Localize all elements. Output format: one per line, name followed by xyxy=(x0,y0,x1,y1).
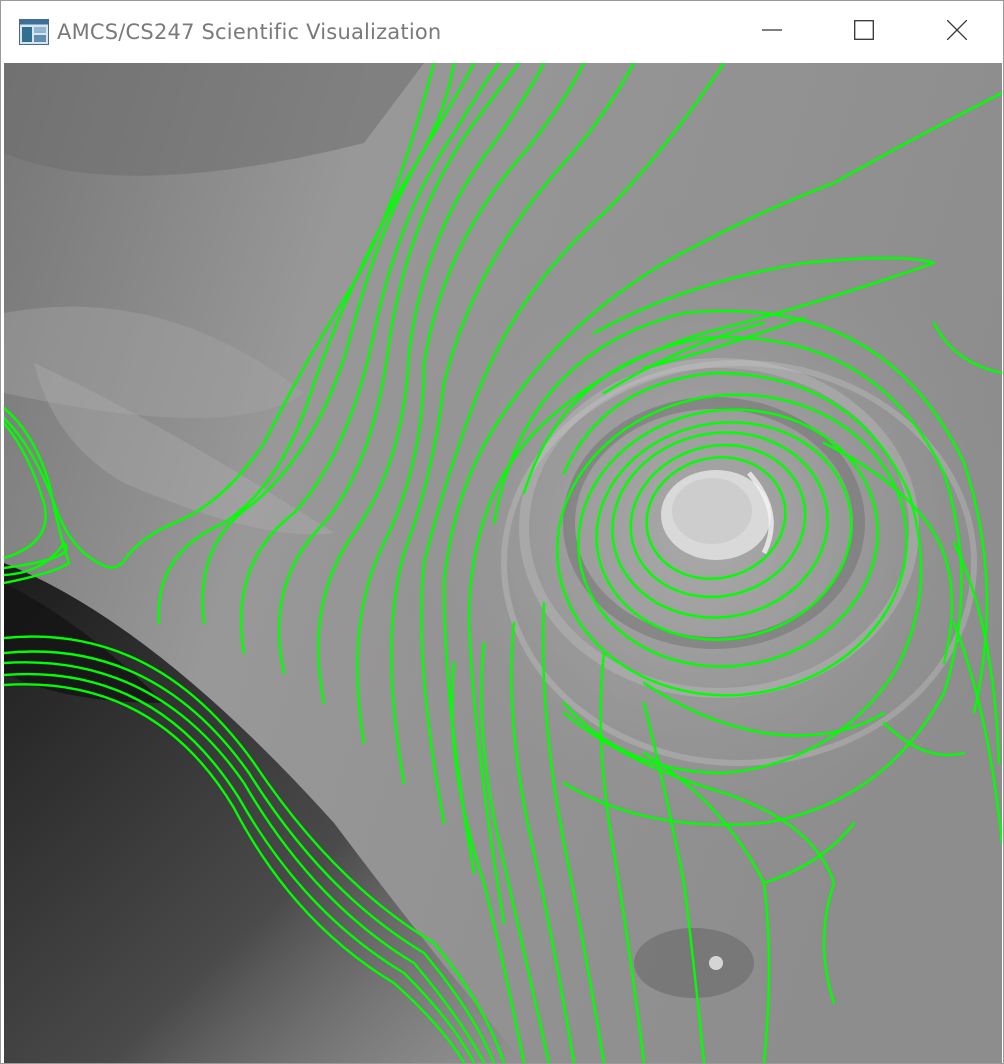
title-bar[interactable]: AMCS/CS247 Scientific Visualization xyxy=(1,1,1003,63)
visualization-canvas[interactable] xyxy=(4,63,1002,1063)
minimize-icon xyxy=(762,20,782,44)
minimize-button[interactable] xyxy=(726,1,818,63)
flow-visualization xyxy=(4,63,1002,1063)
application-window: AMCS/CS247 Scientific Visualization xyxy=(0,0,1004,1064)
close-button[interactable] xyxy=(910,1,1003,63)
window-title: AMCS/CS247 Scientific Visualization xyxy=(57,20,442,44)
maximize-button[interactable] xyxy=(818,1,910,63)
maximize-icon xyxy=(854,20,874,44)
app-window-icon xyxy=(19,19,49,45)
close-icon xyxy=(946,19,967,44)
